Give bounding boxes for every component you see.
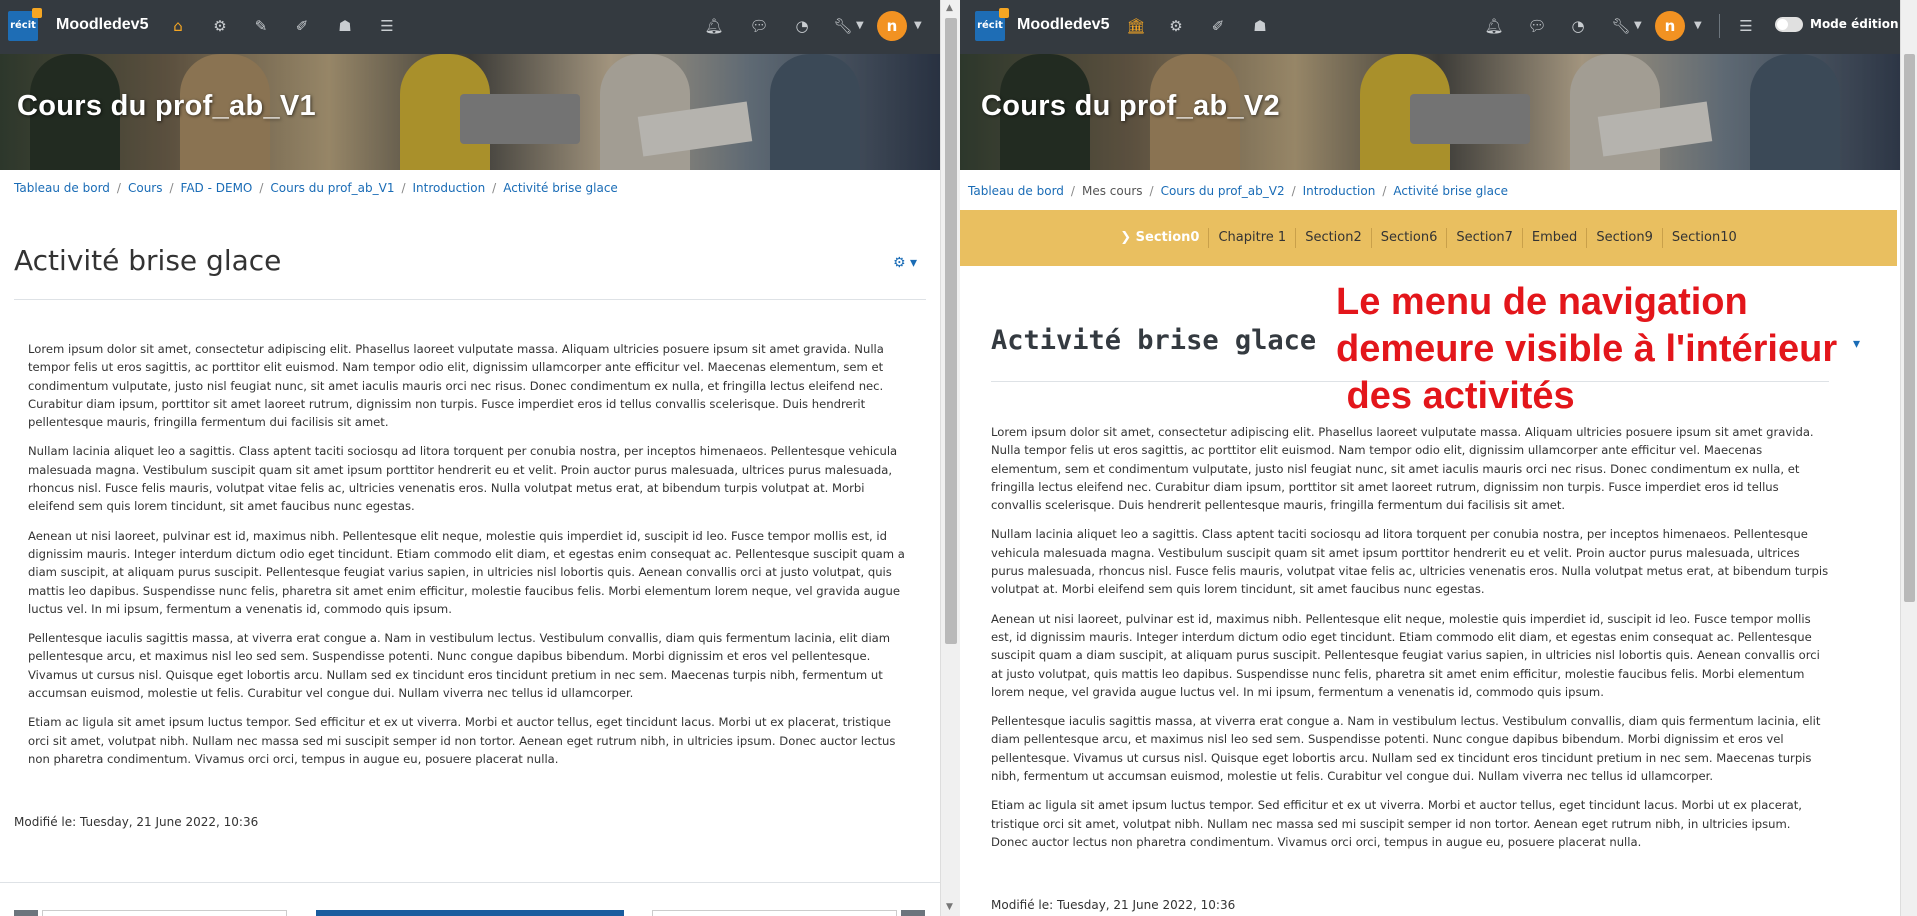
page-title: Activité brise glace — [991, 325, 1317, 356]
scroll-up-icon[interactable]: ▲ — [946, 3, 953, 13]
left-window: récit Moodledev5 ⌂ ⚙ ✎ ✐ ☗ ☰ 🔔︎ 💬︎ ◔ 🔧︎ … — [0, 0, 940, 916]
course-banner: Cours du prof_ab_V2 — [960, 54, 1917, 170]
right-scrollbar[interactable] — [1900, 0, 1917, 916]
section-navigation-bar: ❯ Section0 Chapitre 1 Section2 Section6 Sect… — [960, 210, 1897, 266]
content-paragraph: Etiam ac ligula sit amet ipsum luctus te… — [991, 798, 1802, 849]
course-title: Cours du prof_ab_V2 — [981, 90, 1280, 122]
sliders-icon[interactable]: ☰ — [375, 14, 399, 38]
breadcrumb-item[interactable]: Activité brise glace — [1393, 184, 1508, 198]
modified-date: Modifié le: Tuesday, 21 June 2022, 10:36 — [991, 898, 1236, 912]
chevron-down-icon[interactable]: ▼ — [1694, 14, 1702, 38]
edit-mode-label: Mode édition — [1810, 17, 1899, 31]
content-paragraph: Lorem ipsum dolor sit amet, consectetur … — [28, 342, 884, 430]
course-banner: Cours du prof_ab_V1 — [0, 54, 940, 170]
section-tab[interactable]: Embed — [1521, 228, 1586, 248]
sliders-icon[interactable]: ☰ — [1734, 14, 1758, 38]
users-icon[interactable]: ☗ — [1248, 14, 1272, 38]
dashboard-icon[interactable]: ◔ — [1566, 14, 1590, 38]
dashboard-icon[interactable]: ◔ — [790, 14, 814, 38]
edit-mode-toggle[interactable] — [1775, 17, 1803, 32]
left-scrollbar[interactable]: ▲ ▼ — [940, 0, 960, 916]
content-paragraph: Pellentesque iaculis sagittis massa, at … — [28, 631, 891, 701]
site-logo[interactable]: récit — [8, 8, 42, 41]
section-tab[interactable]: Section9 — [1586, 228, 1662, 248]
activity-content: Lorem ipsum dolor sit amet, consectetur … — [28, 340, 914, 779]
jump-to-select[interactable] — [42, 910, 287, 916]
breadcrumb-item[interactable]: Introduction — [1303, 184, 1376, 198]
section-tab[interactable]: Section6 — [1370, 228, 1447, 248]
prev-activity-button[interactable] — [14, 910, 38, 916]
chat-icon[interactable]: 💬︎ — [1525, 14, 1549, 38]
content-paragraph: Nullam lacinia aliquet leo a sagittis. C… — [28, 444, 898, 514]
content-paragraph: Etiam ac ligula sit amet ipsum luctus te… — [28, 715, 896, 766]
site-logo[interactable]: récit — [975, 8, 1009, 41]
content-paragraph: Pellentesque iaculis sagittis massa, at … — [991, 714, 1821, 784]
settings-menu-icon[interactable]: ⚙ ▾ — [893, 255, 917, 271]
brush-icon[interactable]: ✐ — [1206, 14, 1230, 38]
activity-content: Lorem ipsum dolor sit amet, consectetur … — [991, 423, 1831, 862]
chevron-down-icon[interactable]: ▼ — [856, 14, 864, 38]
top-navbar: récit Moodledev5 🏛︎ ⚙ ✐ ☗ 🔔︎ 💬︎ ◔ 🔧︎ ▼ n… — [960, 0, 1917, 54]
users-icon[interactable]: ☗ — [333, 14, 357, 38]
breadcrumb-item[interactable]: Activité brise glace — [503, 181, 618, 195]
annotation-line: des activités — [1336, 375, 1575, 417]
wrench-icon[interactable]: 🔧︎ — [831, 14, 855, 38]
brush-icon[interactable]: ✐ — [290, 14, 314, 38]
breadcrumb-item[interactable]: Cours du prof_ab_V1 — [270, 181, 394, 195]
scrollbar-thumb[interactable] — [1904, 54, 1915, 602]
right-window: récit Moodledev5 🏛︎ ⚙ ✐ ☗ 🔔︎ 💬︎ ◔ 🔧︎ ▼ n… — [960, 0, 1917, 916]
home-icon[interactable]: ⌂ — [166, 14, 190, 38]
breadcrumb: Tableau de bord / Mes cours / Cours du prof_… — [968, 184, 1508, 198]
section-tab-label: Section0 — [1135, 230, 1200, 245]
modified-date: Modifié le: Tuesday, 21 June 2022, 10:36 — [14, 815, 259, 829]
breadcrumb-item: Mes cours — [1081, 184, 1143, 198]
breadcrumb-item[interactable]: Cours — [128, 181, 163, 195]
content-paragraph: Nullam lacinia aliquet leo a sagittis. C… — [991, 527, 1829, 597]
navbar-divider — [1719, 14, 1720, 38]
wrench-icon[interactable]: 🔧︎ — [1609, 14, 1633, 38]
gear-icon[interactable]: ⚙ — [208, 14, 232, 38]
scrollbar-thumb[interactable] — [945, 18, 957, 644]
site-name[interactable]: Moodledev5 — [56, 16, 148, 34]
primary-nav-button[interactable] — [316, 910, 624, 916]
course-title: Cours du prof_ab_V1 — [17, 90, 316, 122]
top-navbar: récit Moodledev5 ⌂ ⚙ ✎ ✐ ☗ ☰ 🔔︎ 💬︎ ◔ 🔧︎ … — [0, 0, 940, 54]
bell-icon[interactable]: 🔔︎ — [1482, 14, 1506, 38]
breadcrumb-item[interactable]: Tableau de bord — [968, 184, 1064, 198]
site-name[interactable]: Moodledev5 — [1017, 16, 1109, 34]
breadcrumb-item[interactable]: FAD - DEMO — [181, 181, 253, 195]
annotation-line: Le menu de navigation — [1336, 281, 1748, 323]
breadcrumb-item[interactable]: Introduction — [413, 181, 486, 195]
section-tab[interactable]: Section7 — [1446, 228, 1522, 248]
page-title: Activité brise glace — [14, 244, 282, 277]
jump-to-select-next[interactable] — [652, 910, 897, 916]
breadcrumb: Tableau de bord / Cours / FAD - DEMO / Cours d… — [14, 181, 618, 195]
avatar[interactable]: n — [877, 11, 907, 41]
chevron-down-icon[interactable]: ▼ — [1634, 14, 1642, 38]
section-tab[interactable]: Chapitre 1 — [1208, 228, 1295, 248]
content-paragraph: Lorem ipsum dolor sit amet, consectetur … — [991, 425, 1814, 513]
section-tab[interactable]: Section2 — [1295, 228, 1371, 248]
chat-icon[interactable]: 💬︎ — [747, 14, 771, 38]
breadcrumb-item[interactable]: Tableau de bord — [14, 181, 110, 195]
content-paragraph: Aenean ut nisi laoreet, pulvinar est id,… — [28, 528, 905, 616]
scroll-down-icon[interactable]: ▼ — [946, 902, 953, 912]
divider — [14, 299, 926, 300]
annotation-callout: Le menu de navigation demeure visible à … — [1336, 279, 1896, 420]
section-tab[interactable]: ❯ Section0 — [1111, 228, 1208, 248]
avatar[interactable]: n — [1655, 11, 1685, 41]
footer-divider — [0, 882, 940, 883]
breadcrumb-item[interactable]: Cours du prof_ab_V2 — [1161, 184, 1285, 198]
pencil-icon[interactable]: ✎ — [249, 14, 273, 38]
next-activity-button[interactable] — [901, 910, 925, 916]
chevron-down-icon[interactable]: ▼ — [914, 14, 922, 38]
gear-icon[interactable]: ⚙ — [1164, 14, 1188, 38]
bell-icon[interactable]: 🔔︎ — [702, 14, 726, 38]
content-paragraph: Aenean ut nisi laoreet, pulvinar est id,… — [991, 611, 1820, 699]
institution-icon[interactable]: 🏛︎ — [1124, 14, 1148, 38]
annotation-line: demeure visible à l'intérieur — [1336, 328, 1838, 370]
section-tab[interactable]: Section10 — [1661, 228, 1746, 248]
